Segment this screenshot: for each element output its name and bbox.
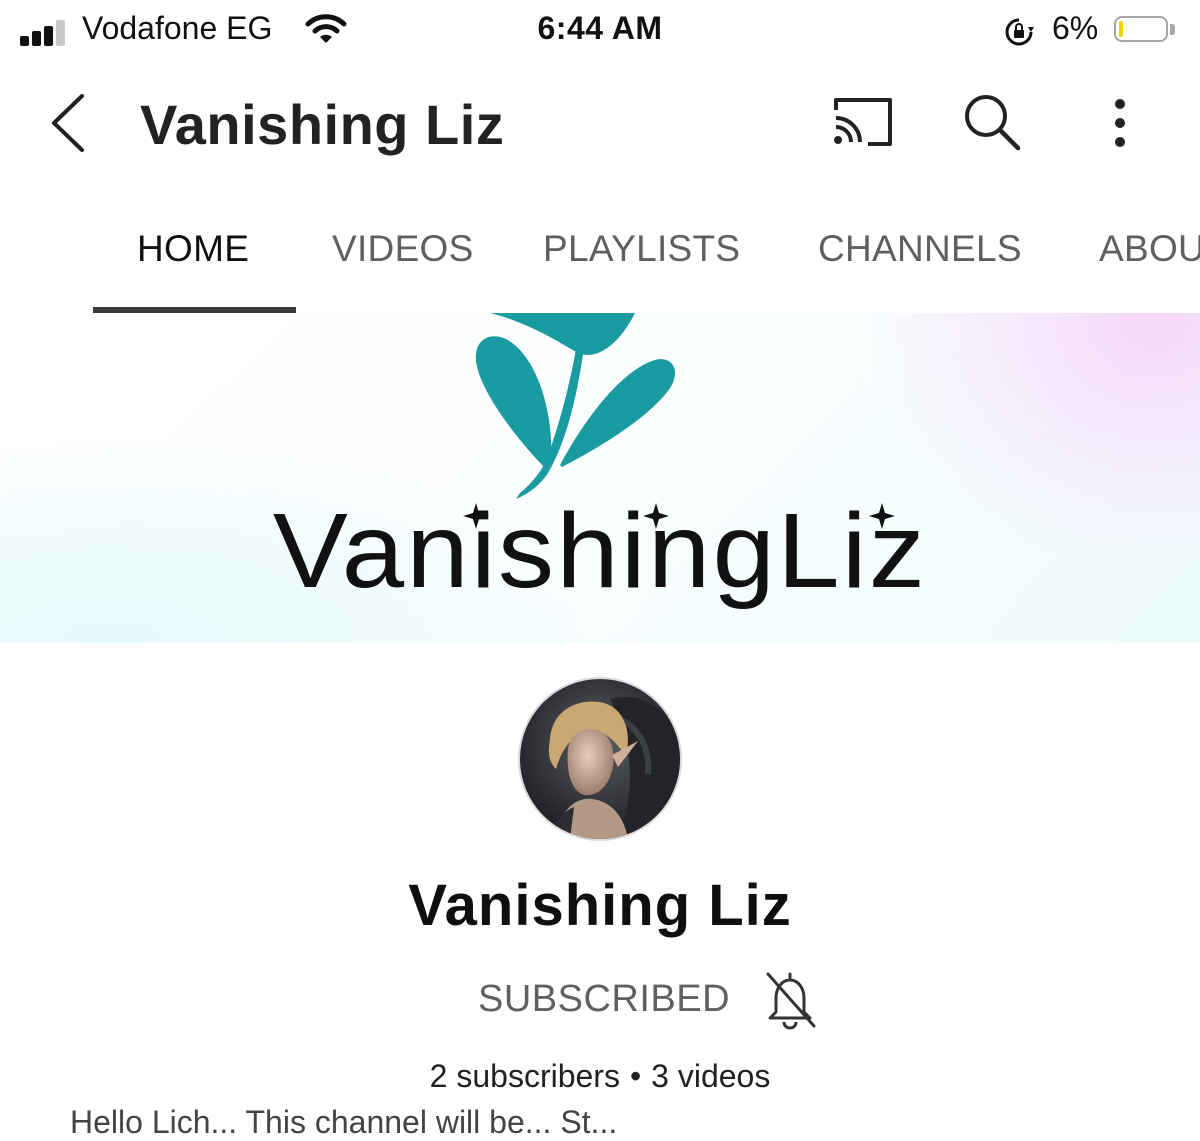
channel-avatar[interactable] bbox=[518, 677, 682, 841]
banner-logo-text: VanishingLiz bbox=[272, 492, 928, 610]
battery-nub bbox=[1170, 24, 1175, 35]
tab-playlists[interactable]: PLAYLISTS bbox=[543, 228, 740, 270]
tab-home[interactable]: HOME bbox=[137, 228, 249, 270]
cast-icon[interactable] bbox=[832, 96, 896, 148]
avatar-portrait-icon bbox=[520, 679, 680, 839]
more-vert-icon[interactable] bbox=[1100, 96, 1140, 152]
battery-icon bbox=[1114, 16, 1168, 42]
channel-banner: VanishingLiz bbox=[0, 313, 1200, 643]
bell-off-icon[interactable] bbox=[762, 968, 818, 1032]
back-icon[interactable] bbox=[40, 90, 96, 156]
status-bar: Vodafone EG 6:44 AM 6% bbox=[0, 0, 1200, 62]
channel-meta: 2 subscribers • 3 videos bbox=[0, 1058, 1200, 1095]
channel-description[interactable]: Hello Lich... This channel will be... St… bbox=[70, 1104, 617, 1141]
subscriber-count: 2 subscribers bbox=[429, 1058, 620, 1094]
tab-about[interactable]: ABOUT bbox=[1099, 228, 1200, 270]
rotation-lock-icon bbox=[1005, 18, 1034, 46]
meta-separator: • bbox=[629, 1058, 642, 1094]
subscribed-button[interactable]: SUBSCRIBED bbox=[478, 978, 730, 1021]
battery-percent: 6% bbox=[1052, 10, 1099, 46]
tab-channels[interactable]: CHANNELS bbox=[818, 228, 1022, 270]
tab-videos[interactable]: VIDEOS bbox=[332, 228, 474, 270]
battery-level-fill bbox=[1119, 21, 1123, 37]
header-title: Vanishing Liz bbox=[140, 93, 505, 156]
search-icon[interactable] bbox=[960, 92, 1024, 152]
app-header: Vanishing Liz bbox=[0, 62, 1200, 192]
video-count: 3 videos bbox=[651, 1058, 771, 1094]
channel-name: Vanishing Liz bbox=[408, 873, 792, 938]
channel-tabs: HOME VIDEOS PLAYLISTS CHANNELS ABOUT bbox=[0, 192, 1200, 313]
